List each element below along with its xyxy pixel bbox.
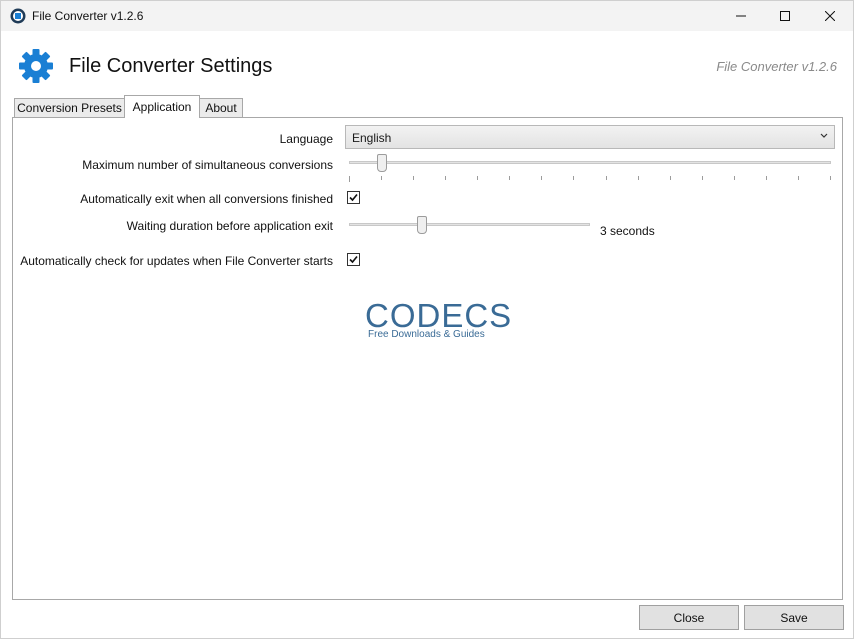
checkmark-icon [349, 255, 358, 264]
slider-tick [830, 176, 831, 180]
slider-tick [638, 176, 639, 180]
waiting-duration-slider-thumb[interactable] [417, 216, 427, 234]
page-title: File Converter Settings [69, 55, 273, 77]
save-button[interactable]: Save [744, 605, 844, 630]
tab-conversion-presets[interactable]: Conversion Presets [14, 98, 125, 117]
close-window-button[interactable] [807, 1, 853, 31]
application-tab-panel [12, 117, 843, 600]
max-conversions-slider-track[interactable] [349, 161, 831, 164]
maximize-button[interactable] [762, 1, 808, 31]
title-bar[interactable]: File Converter v1.2.6 [1, 1, 853, 31]
slider-tick [541, 176, 542, 180]
slider-tick [477, 176, 478, 180]
window-title: File Converter v1.2.6 [32, 9, 144, 23]
auto-exit-checkbox[interactable] [347, 191, 360, 204]
slider-tick [798, 176, 799, 180]
minimize-button[interactable] [718, 1, 764, 31]
language-dropdown[interactable]: English [345, 125, 835, 149]
waiting-duration-slider-track[interactable] [349, 223, 590, 226]
language-selected-value: English [352, 131, 392, 145]
waiting-duration-value: 3 seconds [600, 224, 655, 238]
max-conversions-slider-thumb[interactable] [377, 154, 387, 172]
check-updates-label: Automatically check for updates when Fil… [20, 254, 333, 268]
chevron-down-icon [820, 133, 828, 138]
language-label: Language [279, 132, 333, 146]
slider-tick [734, 176, 735, 180]
close-icon [825, 11, 835, 21]
minimize-icon [736, 15, 746, 17]
slider-tick [445, 176, 446, 180]
waiting-duration-label: Waiting duration before application exit [126, 219, 333, 233]
slider-tick [509, 176, 510, 180]
version-label: File Converter v1.2.6 [716, 59, 837, 74]
check-updates-checkbox[interactable] [347, 253, 360, 266]
close-button[interactable]: Close [639, 605, 739, 630]
slider-tick [670, 176, 671, 180]
slider-tick [702, 176, 703, 180]
checkmark-icon [349, 193, 358, 202]
slider-tick [766, 176, 767, 180]
slider-tick [573, 176, 574, 180]
gear-icon [19, 49, 53, 83]
tab-about[interactable]: About [199, 98, 243, 117]
max-conversions-label: Maximum number of simultaneous conversio… [82, 158, 333, 172]
watermark-subtitle: Free Downloads & Guides [368, 329, 485, 340]
settings-window: File Converter v1.2.6 File Converter Set… [0, 0, 854, 639]
slider-tick [413, 176, 414, 180]
tab-application[interactable]: Application [124, 95, 200, 118]
slider-tick [381, 176, 382, 180]
slider-tick [606, 176, 607, 180]
file-converter-app-icon [10, 8, 26, 24]
maximize-icon [780, 11, 790, 21]
auto-exit-label: Automatically exit when all conversions … [80, 192, 333, 206]
slider-tick [349, 176, 350, 182]
